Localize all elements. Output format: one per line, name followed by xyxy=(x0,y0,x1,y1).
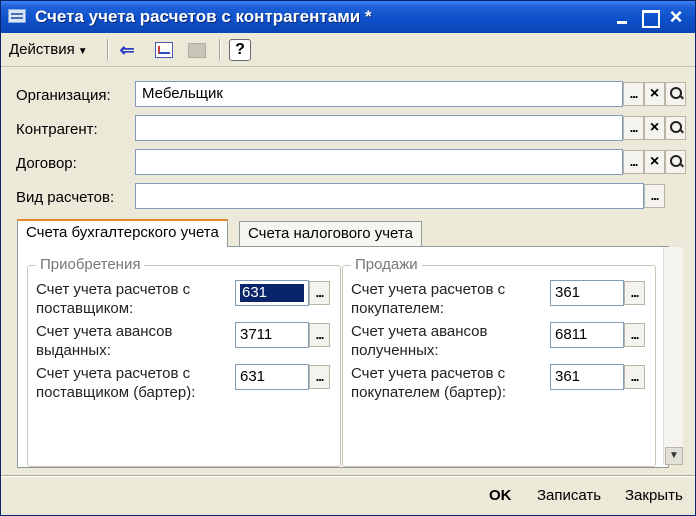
tab-panel: Приобретения Счет учета расчетов с поста… xyxy=(17,246,669,468)
purchases-barter-select-button[interactable]: ... xyxy=(309,365,330,389)
tab-accounting[interactable]: Счета бухгалтерского учета xyxy=(17,219,228,247)
tab-tax[interactable]: Счета налогового учета xyxy=(239,221,422,247)
ok-button[interactable]: OK xyxy=(485,485,516,509)
purchases-group: Приобретения Счет учета расчетов с поста… xyxy=(27,256,341,467)
sales-barter-label: Счет учета расчетов с покупателем (барте… xyxy=(351,365,507,401)
purchases-settlement-label: Счет учета расчетов с поставщиком: xyxy=(36,281,191,317)
sales-title: Продажи xyxy=(351,256,422,273)
purchases-barter-field[interactable]: 631 xyxy=(235,364,309,390)
sales-barter-field[interactable]: 361 xyxy=(550,364,624,390)
footer-divider xyxy=(1,475,695,477)
vertical-scrollbar[interactable]: ▼ xyxy=(663,247,683,465)
contract-clear-button[interactable]: × xyxy=(644,150,665,174)
purchases-title: Приобретения xyxy=(36,256,145,273)
organization-field[interactable]: Мебельщик xyxy=(135,81,623,107)
scroll-down-icon[interactable]: ▼ xyxy=(665,447,683,465)
minimize-button[interactable] xyxy=(612,6,634,28)
title-bar[interactable]: Счета учета расчетов с контрагентами * × xyxy=(1,1,695,33)
contract-field[interactable] xyxy=(135,149,623,175)
maximize-button[interactable] xyxy=(638,6,660,28)
sales-settlement-select-button[interactable]: ... xyxy=(624,281,645,305)
sales-advance-label: Счет учета авансов полученных: xyxy=(351,323,488,359)
sales-group: Продажи Счет учета расчетов с покупателе… xyxy=(342,256,656,467)
close-button[interactable]: Закрыть xyxy=(621,485,687,509)
purchases-advance-field[interactable]: 3711 xyxy=(235,322,309,348)
window-title: Счета учета расчетов с контрагентами * xyxy=(35,7,372,26)
toolbar: Действия ▼ ⇐ ? xyxy=(1,33,695,67)
purchases-advance-select-button[interactable]: ... xyxy=(309,323,330,347)
actions-menu-label: Действия xyxy=(9,41,75,58)
purchases-settlement-field[interactable]: 631 xyxy=(235,280,309,306)
sales-advance-field[interactable]: 6811 xyxy=(550,322,624,348)
purchases-advance-label: Счет учета авансов выданных: xyxy=(36,323,173,359)
counterparty-label: Контрагент: xyxy=(16,121,98,138)
help-button[interactable]: ? xyxy=(229,39,251,61)
settlement-type-field[interactable] xyxy=(135,183,644,209)
organization-select-button[interactable]: ... xyxy=(623,82,644,106)
back-arrow-icon[interactable]: ⇐ xyxy=(115,39,139,61)
counterparty-search-icon[interactable] xyxy=(665,116,686,140)
actions-menu[interactable]: Действия ▼ xyxy=(9,41,88,58)
purchases-settlement-value: 631 xyxy=(240,284,304,302)
save-button[interactable]: Записать xyxy=(533,485,605,509)
counterparty-select-button[interactable]: ... xyxy=(623,116,644,140)
settlement-type-label: Вид расчетов: xyxy=(16,189,115,206)
contract-label: Договор: xyxy=(16,155,77,172)
organization-clear-button[interactable]: × xyxy=(644,82,665,106)
form-icon xyxy=(8,9,26,23)
toolbar-separator xyxy=(107,39,109,61)
sales-settlement-field[interactable]: 361 xyxy=(550,280,624,306)
organization-label: Организация: xyxy=(16,87,111,104)
contract-search-icon[interactable] xyxy=(665,150,686,174)
purchases-barter-label: Счет учета расчетов с поставщиком (барте… xyxy=(36,365,196,401)
structure-icon[interactable] xyxy=(151,39,175,61)
purchases-settlement-select-button[interactable]: ... xyxy=(309,281,330,305)
toolbar-separator xyxy=(219,39,221,61)
organization-search-icon[interactable] xyxy=(665,82,686,106)
disabled-action-icon xyxy=(185,39,209,61)
sales-barter-select-button[interactable]: ... xyxy=(624,365,645,389)
counterparty-clear-button[interactable]: × xyxy=(644,116,665,140)
sales-advance-select-button[interactable]: ... xyxy=(624,323,645,347)
close-window-button[interactable]: × xyxy=(665,6,687,28)
counterparty-field[interactable] xyxy=(135,115,623,141)
sales-settlement-label: Счет учета расчетов с покупателем: xyxy=(351,281,506,317)
dialog-window: Счета учета расчетов с контрагентами * ×… xyxy=(0,0,696,516)
settlement-type-select-button[interactable]: ... xyxy=(644,184,665,208)
dropdown-arrow-icon: ▼ xyxy=(77,46,88,57)
contract-select-button[interactable]: ... xyxy=(623,150,644,174)
